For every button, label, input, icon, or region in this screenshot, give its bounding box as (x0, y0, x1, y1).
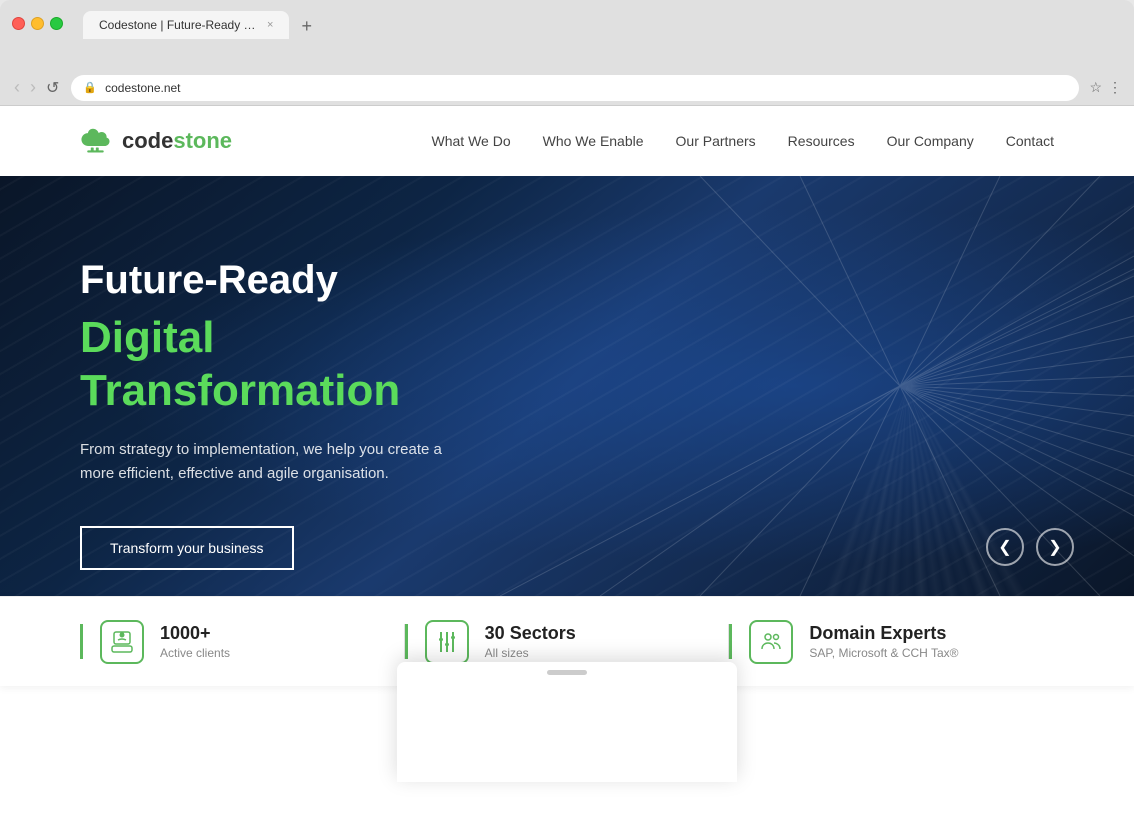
main-nav: What We Do Who We Enable Our Partners Re… (432, 133, 1054, 149)
stat-border-accent (80, 624, 83, 659)
address-text: codestone.net (105, 81, 180, 95)
nav-who-we-enable[interactable]: Who We Enable (543, 133, 644, 149)
active-tab[interactable]: Codestone | Future-Ready Digital Transfo… (83, 11, 289, 39)
carousel-prev-button[interactable]: ❮ (986, 528, 1024, 566)
tab-close-icon[interactable]: × (267, 19, 273, 31)
browser-actions: ☆ ⋮ (1089, 79, 1122, 96)
logo-text-green: stone (173, 128, 232, 153)
nav-our-company[interactable]: Our Company (887, 133, 974, 149)
new-tab-button[interactable]: + (293, 13, 320, 39)
hero-section: Future-Ready Digital Transformation From… (0, 176, 1134, 596)
group-icon (759, 630, 783, 654)
forward-button[interactable]: › (28, 75, 38, 100)
tab-bar: Codestone | Future-Ready Digital Transfo… (71, 7, 1122, 39)
logo-icon (80, 127, 116, 155)
back-button[interactable]: ‹ (12, 75, 22, 100)
person-icon (110, 630, 134, 654)
logo-text: codestone (122, 128, 232, 154)
browser-window: Codestone | Future-Ready Digital Transfo… (0, 0, 1134, 70)
stat-label-experts: SAP, Microsoft & CCH Tax® (809, 646, 1034, 660)
website-content: codestone What We Do Who We Enable Our P… (0, 106, 1134, 818)
popup-handle (547, 670, 587, 675)
address-bar-row: ‹ › ↺ 🔒 codestone.net ☆ ⋮ (0, 70, 1134, 106)
stat-border-accent-2 (405, 624, 408, 659)
stat-number-clients: 1000+ (160, 623, 385, 644)
reload-button[interactable]: ↺ (44, 76, 61, 100)
hero-title-line2: Digital Transformation (80, 312, 480, 418)
stat-label-sectors: All sizes (485, 646, 710, 660)
stat-number-experts: Domain Experts (809, 623, 1034, 644)
stat-item-sectors: 30 Sectors All sizes (405, 620, 730, 664)
stat-item-experts: Domain Experts SAP, Microsoft & CCH Tax® (729, 620, 1054, 664)
hero-cta-button[interactable]: Transform your business (80, 526, 294, 570)
address-bar[interactable]: 🔒 codestone.net (71, 75, 1079, 101)
hero-subtitle: From strategy to implementation, we help… (80, 438, 480, 486)
nav-what-we-do[interactable]: What We Do (432, 133, 511, 149)
stat-number-sectors: 30 Sectors (485, 623, 710, 644)
nav-resources[interactable]: Resources (788, 133, 855, 149)
equalizer-icon (435, 630, 459, 654)
minimize-button[interactable] (31, 17, 44, 30)
hero-title-line1: Future-Ready (80, 256, 480, 304)
close-button[interactable] (12, 17, 25, 30)
bookmark-button[interactable]: ☆ (1089, 79, 1102, 96)
stat-info-experts: Domain Experts SAP, Microsoft & CCH Tax® (809, 623, 1034, 660)
stat-item-clients: 1000+ Active clients (80, 620, 405, 664)
tab-title: Codestone | Future-Ready Digital Transfo… (99, 18, 259, 32)
stat-label-clients: Active clients (160, 646, 385, 660)
maximize-button[interactable] (50, 17, 63, 30)
carousel-next-button[interactable]: ❯ (1036, 528, 1074, 566)
stat-border-accent-3 (729, 624, 732, 659)
stat-icon-sectors (425, 620, 469, 664)
stat-icon-clients (100, 620, 144, 664)
site-header: codestone What We Do Who We Enable Our P… (0, 106, 1134, 176)
logo-text-dark: code (122, 128, 173, 153)
stat-icon-experts (749, 620, 793, 664)
traffic-lights (12, 17, 63, 30)
stat-info-sectors: 30 Sectors All sizes (485, 623, 710, 660)
hero-content: Future-Ready Digital Transformation From… (0, 176, 560, 596)
bottom-popup (397, 662, 737, 782)
stat-info-clients: 1000+ Active clients (160, 623, 385, 660)
lock-icon: 🔒 (83, 81, 97, 94)
more-options-button[interactable]: ⋮ (1108, 79, 1122, 96)
titlebar: Codestone | Future-Ready Digital Transfo… (0, 8, 1134, 38)
logo[interactable]: codestone (80, 127, 232, 155)
carousel-controls: ❮ ❯ (986, 528, 1074, 566)
nav-buttons: ‹ › ↺ (12, 75, 61, 100)
nav-our-partners[interactable]: Our Partners (676, 133, 756, 149)
nav-contact[interactable]: Contact (1006, 133, 1054, 149)
